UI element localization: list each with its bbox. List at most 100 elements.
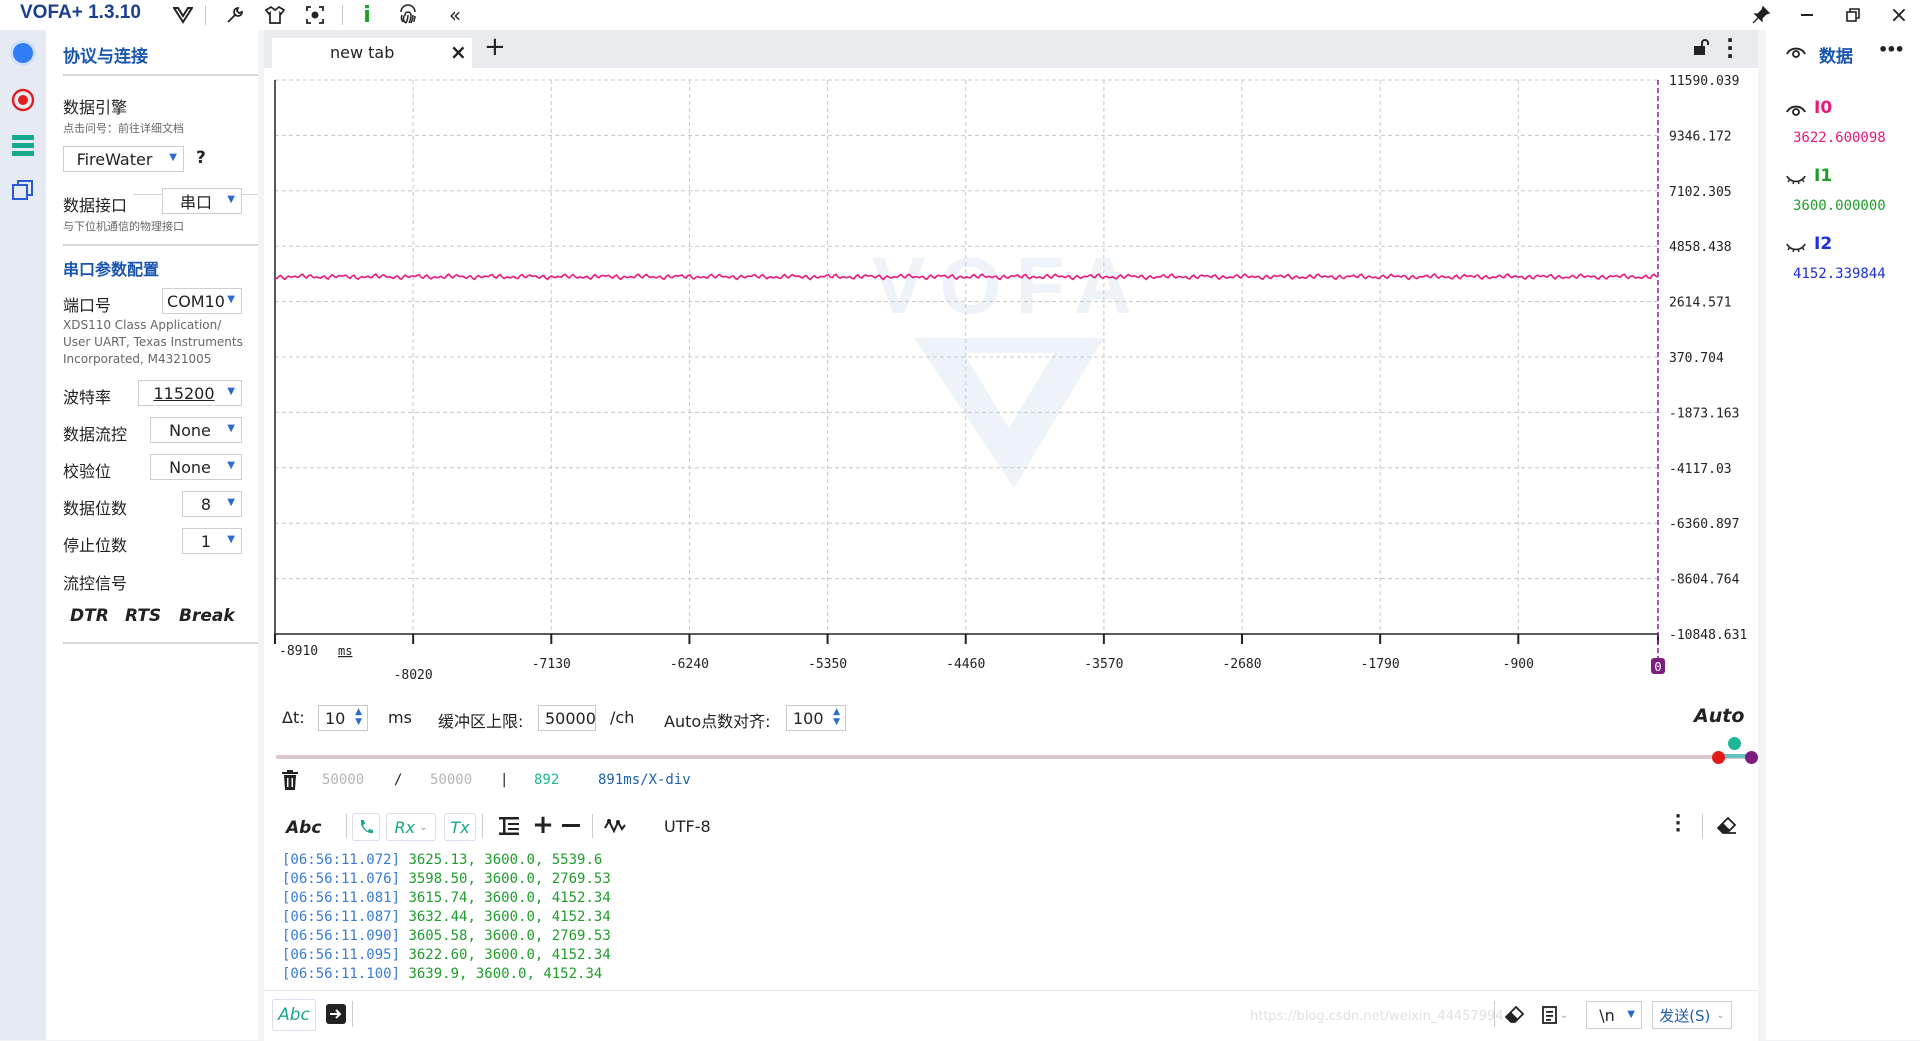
chevron-down-icon: ▼ <box>227 386 235 397</box>
send-text-mode-button[interactable]: Abc <box>272 999 316 1031</box>
x-tick-label: -8910 <box>279 644 318 659</box>
port-select-value: COM10 <box>167 291 225 311</box>
rx-toggle[interactable]: Rx ⌄ <box>386 813 436 841</box>
slider-mid-handle[interactable] <box>1728 737 1741 750</box>
text-mode-button[interactable]: Abc <box>286 818 321 838</box>
tab-more-icon[interactable]: · · · <box>1726 30 1734 66</box>
parity-label: 校验位 <box>63 462 112 481</box>
connection-status-icon[interactable] <box>8 38 38 68</box>
clear-send-icon[interactable] <box>1504 1005 1526 1025</box>
break-toggle[interactable]: Break <box>179 606 235 626</box>
rts-toggle[interactable]: RTS <box>125 606 161 626</box>
log-data: 3605.58, 3600.0, 2769.53 <box>408 928 611 944</box>
buffer-input[interactable]: 50000 <box>538 705 596 731</box>
trash-icon[interactable] <box>282 770 298 794</box>
eye-icon[interactable] <box>1786 44 1806 63</box>
stopbits-select-value: 1 <box>200 531 212 551</box>
screenshot-icon[interactable] <box>303 3 327 27</box>
stopbits-select[interactable]: 1 ▼ <box>182 528 242 554</box>
separator <box>346 814 347 838</box>
engine-select[interactable]: FireWater ▼ <box>63 146 184 172</box>
encoding-label[interactable]: UTF-8 <box>664 817 711 836</box>
zoom-in-icon[interactable]: + <box>532 810 554 840</box>
pin-icon[interactable] <box>1749 3 1773 27</box>
waveform-chart[interactable]: VOFA 11590.039 9346.172 7102.305 4858.438 261… <box>264 68 1758 688</box>
vofa-logo-icon[interactable] <box>171 3 195 27</box>
data-panel: 数据 ••• I0 3622.600098 I1 3600.000000 I2 4152.… <box>1766 30 1920 1040</box>
minimize-icon[interactable] <box>1795 3 1819 27</box>
channel-name[interactable]: I2 <box>1814 234 1832 254</box>
close-tab-icon[interactable]: × <box>450 40 467 64</box>
waveform-icon[interactable] <box>604 818 626 834</box>
chevron-down-icon: ⌄ <box>419 821 428 833</box>
auto-align-input[interactable]: 100 ▲ ▼ <box>786 705 846 731</box>
slider-start-handle[interactable] <box>1712 751 1725 764</box>
flowctl-select[interactable]: None ▼ <box>150 417 242 443</box>
text-format-icon[interactable] <box>498 816 520 836</box>
interface-label: 数据接口 <box>63 192 134 216</box>
slider-end-handle[interactable] <box>1745 751 1758 764</box>
send-bar: Abc https://blog.csdn.net/weixin_4445799… <box>264 990 1758 1041</box>
y-tick-label: 11590.039 <box>1669 74 1739 89</box>
x-unit-label: ms <box>338 644 352 658</box>
help-button[interactable]: ? <box>196 148 206 168</box>
chevron-down-icon: ▼ <box>227 294 235 305</box>
data-panel-more-icon[interactable]: ••• <box>1878 40 1905 59</box>
send-button[interactable]: 发送(S) ⌄ <box>1652 1001 1732 1029</box>
y-tick-label: 9346.172 <box>1669 129 1732 144</box>
timeline-slider[interactable] <box>276 755 1746 759</box>
unlock-icon[interactable] <box>1692 38 1710 60</box>
eraser-icon[interactable] <box>1716 816 1738 836</box>
x-tick-label: -5350 <box>808 657 847 672</box>
log-data: 3639.9, 3600.0, 4152.34 <box>408 966 603 982</box>
y-tick-label: 7102.305 <box>1669 185 1732 200</box>
interface-select[interactable]: 串口 ▼ <box>162 188 242 214</box>
waveform-plot[interactable]: VOFA 11590.039 9346.172 7102.305 4858.438 261… <box>264 68 1758 688</box>
parity-select[interactable]: None ▼ <box>150 454 242 480</box>
separator <box>1494 1001 1495 1027</box>
chevron-down-icon: ▼ <box>227 194 235 205</box>
tx-toggle[interactable]: Tx <box>444 813 476 841</box>
eye-closed-icon[interactable] <box>1786 170 1806 189</box>
separator <box>342 5 343 25</box>
shirt-icon[interactable] <box>263 3 287 27</box>
info-icon[interactable]: i <box>355 3 379 28</box>
log-timestamp: [06:56:11.072] <box>282 852 401 868</box>
add-tab-button[interactable]: + <box>484 32 506 62</box>
stepper-icon[interactable]: ▲ ▼ <box>833 707 840 727</box>
dtr-toggle[interactable]: DTR <box>70 606 109 626</box>
zoom-out-icon[interactable] <box>562 824 580 827</box>
console-more-icon[interactable]: · · · <box>1674 808 1682 840</box>
baud-select[interactable]: 115200 ▼ <box>138 380 242 406</box>
x-tick-label: -3570 <box>1084 657 1123 672</box>
fingerprint-icon[interactable] <box>396 3 420 27</box>
log-line: [06:56:11.095] 3622.60, 3600.0, 4152.34 <box>282 947 611 963</box>
channel-name[interactable]: I1 <box>1814 166 1832 186</box>
auto-button[interactable]: Auto <box>1694 705 1744 727</box>
history-icon[interactable]: ⌄ <box>1540 1004 1570 1026</box>
eye-icon[interactable] <box>1786 102 1806 121</box>
send-file-icon[interactable] <box>326 1004 346 1024</box>
channel-name[interactable]: I0 <box>1814 98 1832 118</box>
data-list-icon[interactable] <box>8 130 38 160</box>
phone-icon[interactable] <box>352 813 380 841</box>
port-select[interactable]: COM10 ▼ <box>162 288 242 314</box>
stepper-icon[interactable]: ▲ ▼ <box>355 707 362 727</box>
windows-icon[interactable] <box>8 175 38 205</box>
wrench-icon[interactable] <box>223 3 247 27</box>
log-data: 3632.44, 3600.0, 4152.34 <box>408 909 611 925</box>
dt-input[interactable]: 10 ▲ ▼ <box>318 705 368 731</box>
divider <box>63 244 258 246</box>
restore-icon[interactable] <box>1841 3 1865 27</box>
newline-select[interactable]: \n ▼ <box>1586 1001 1642 1029</box>
log-timestamp: [06:56:11.095] <box>282 947 401 963</box>
databits-select[interactable]: 8 ▼ <box>182 491 242 517</box>
record-icon[interactable] <box>8 85 38 115</box>
slash-sep: / <box>394 772 403 788</box>
eye-closed-icon[interactable] <box>1786 238 1806 257</box>
stopbits-label: 停止位数 <box>63 536 128 555</box>
collapse-left-icon[interactable]: « <box>443 3 467 27</box>
tab-new-tab[interactable]: new tab × <box>272 38 472 68</box>
y-tick-label: -8604.764 <box>1669 573 1740 588</box>
close-window-icon[interactable]: × <box>1887 3 1911 28</box>
